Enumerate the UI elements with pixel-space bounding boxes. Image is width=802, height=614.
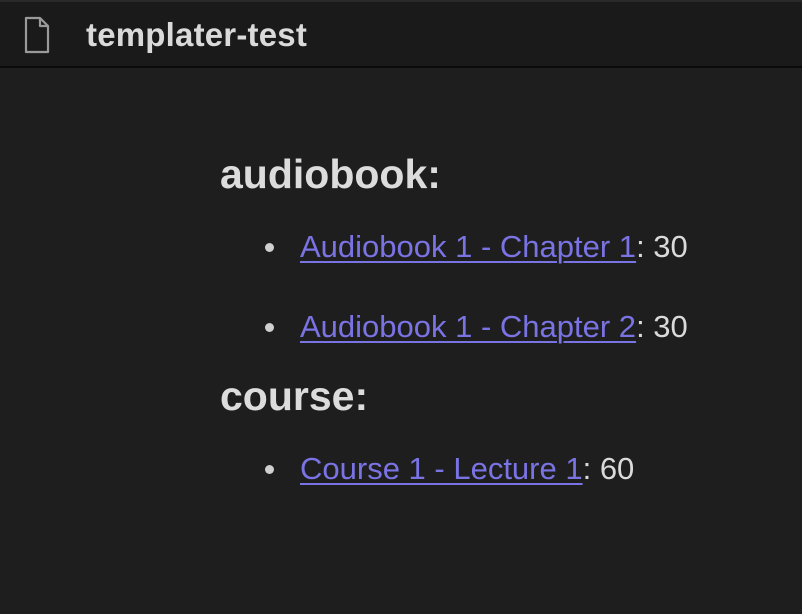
- list-item-text: Audiobook 1 - Chapter 1: 30: [300, 229, 688, 264]
- title-bar: templater-test: [0, 0, 802, 68]
- list-item: Audiobook 1 - Chapter 1: 30: [220, 202, 780, 282]
- window-title: templater-test: [86, 16, 308, 53]
- audiobook-list: Audiobook 1 - Chapter 1: 30 Audiobook 1 …: [220, 202, 780, 362]
- item-value: : 60: [582, 451, 635, 486]
- internal-link[interactable]: Audiobook 1 - Chapter 2: [300, 309, 636, 344]
- list-item-text: Course 1 - Lecture 1: 60: [300, 451, 635, 486]
- internal-link[interactable]: Course 1 - Lecture 1: [300, 451, 583, 486]
- file-icon: [24, 16, 50, 54]
- section-heading-audiobook: audiobook:: [220, 151, 441, 197]
- note-content: audiobook: Audiobook 1 - Chapter 1: 30 A…: [220, 146, 780, 504]
- internal-link[interactable]: Audiobook 1 - Chapter 1: [300, 229, 636, 264]
- list-item: Audiobook 1 - Chapter 2: 30: [220, 282, 780, 362]
- list-item-text: Audiobook 1 - Chapter 2: 30: [300, 309, 688, 344]
- bullet-icon: [265, 465, 274, 474]
- item-value: : 30: [636, 229, 688, 264]
- item-value: : 30: [636, 309, 688, 344]
- section-heading-course: course:: [220, 373, 369, 419]
- bullet-icon: [265, 323, 274, 332]
- list-item: Course 1 - Lecture 1: 60: [220, 424, 780, 504]
- course-list: Course 1 - Lecture 1: 60: [220, 424, 780, 504]
- bullet-icon: [265, 243, 274, 252]
- app-window: templater-test audiobook: Audiobook 1 - …: [0, 0, 802, 614]
